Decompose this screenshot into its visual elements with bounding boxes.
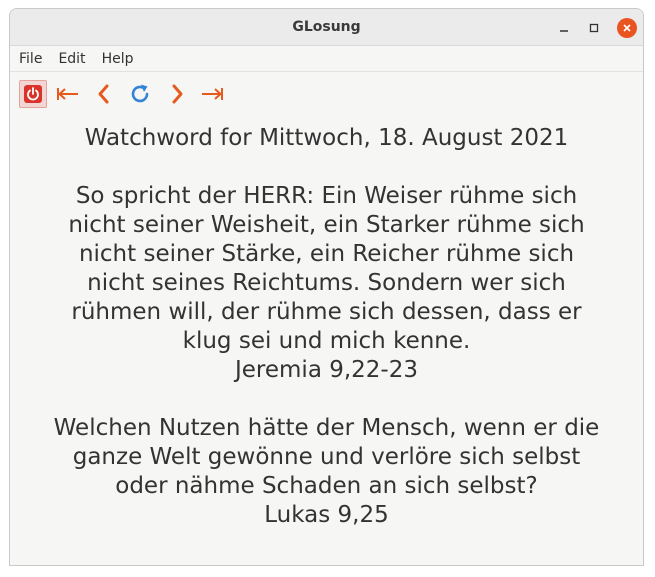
quit-button[interactable] [19,80,47,108]
watchword-line: So spricht der HERR: Ein Weiser rühme si… [75,183,578,209]
menu-edit[interactable]: Edit [50,46,93,72]
minimize-button[interactable] [554,18,574,38]
app-window: GLosung File Edit Help Watchword for Mit… [9,8,644,566]
watchword-line: nicht seiner Stärke, ein Reicher rühme s… [78,241,575,267]
reload-icon [131,84,149,103]
date-heading: Watchword for Mittwoch, 18. August 2021 [84,125,569,151]
watchword-line: klug sei und mich kenne. [182,328,471,354]
menu-bar: File Edit Help [10,46,643,72]
watchword-line: nicht seiner Weisheit, ein Starker rühme… [68,212,585,238]
minimize-icon [560,30,568,32]
first-icon [57,88,78,100]
next-day-button[interactable] [163,80,191,108]
maximize-icon [589,23,599,33]
next-icon [172,84,183,104]
today-button[interactable] [126,80,154,108]
title-bar[interactable]: GLosung [10,9,643,46]
last-icon [202,88,223,100]
menu-help[interactable]: Help [94,46,142,72]
teaching-line: Welchen Nutzen hätte der Mensch, wenn er… [53,415,600,441]
teaching-line: ganze Welt gewönne und verlöre sich selb… [72,444,581,470]
maximize-button[interactable] [584,18,604,38]
last-day-button[interactable] [198,80,226,108]
teaching-text: Welchen Nutzen hätte der Mensch, wenn er… [10,414,643,530]
watchword-source: Jeremia 9,22-23 [234,357,418,383]
watchword-line: nicht seines Reichtums. Sondern wer sich [87,270,566,296]
menu-file[interactable]: File [10,46,50,72]
power-icon [24,85,42,103]
prev-icon [98,84,109,104]
first-day-button[interactable] [54,80,82,108]
toolbar [10,72,643,112]
teaching-source: Lukas 9,25 [264,502,389,528]
watchword-line: rühmen will, der rühme sich dessen, dass… [71,299,582,325]
close-icon [623,24,631,32]
window-title: GLosung [292,19,361,35]
previous-day-button[interactable] [90,80,118,108]
watchword-text: So spricht der HERR: Ein Weiser rühme si… [10,182,643,385]
teaching-line: oder nähme Schaden an sich selbst? [115,473,538,499]
close-button[interactable] [617,18,637,38]
watchword-content: Watchword for Mittwoch, 18. August 2021 … [10,112,643,562]
